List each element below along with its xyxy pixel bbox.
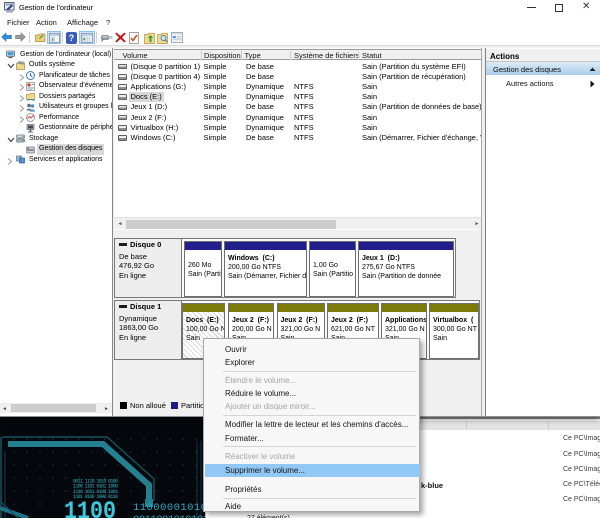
svg-text:11000001010: 11000001010	[133, 502, 206, 514]
svg-text:1100: 1100	[64, 497, 116, 518]
svg-text:0011001010101: 0011001010101	[133, 514, 206, 518]
svg-text:?: ?	[69, 33, 75, 43]
